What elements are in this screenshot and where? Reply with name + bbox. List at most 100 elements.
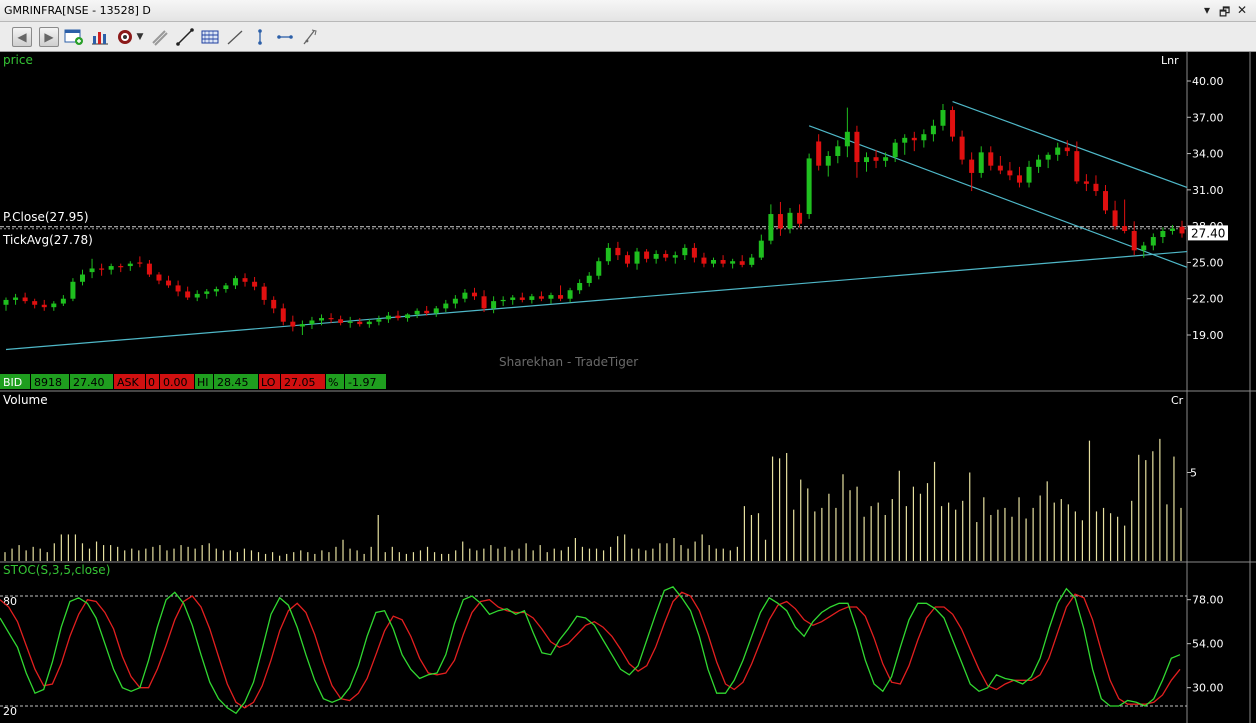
volume-panel[interactable]: Volume Cr 5 (3, 393, 1197, 561)
candle (204, 289, 210, 299)
candle-body (433, 308, 439, 314)
candle-body (615, 247, 621, 256)
candle (1026, 160, 1032, 188)
stoch-tick-label: 78.00 (1192, 594, 1224, 607)
candle-body (1122, 226, 1128, 231)
candle-body (1055, 147, 1061, 155)
ask-price: 0.00 (163, 376, 188, 389)
price-tick-label: 34.00 (1192, 148, 1224, 161)
candle-body (223, 285, 229, 290)
chart-area[interactable]: price Lnr Sharekhan - TradeTiger P.Close… (0, 52, 1256, 723)
candle (558, 285, 564, 302)
price-tick-label: 40.00 (1192, 75, 1224, 88)
candle-body (213, 289, 219, 292)
candle (175, 280, 181, 297)
close-button[interactable]: ✕ (1237, 3, 1247, 17)
candle-body (663, 253, 669, 258)
candle-body (108, 266, 114, 270)
change-label: % (328, 376, 338, 389)
candle (13, 293, 19, 305)
candle-body (930, 125, 936, 135)
candle-body (79, 274, 85, 282)
candle-body (99, 268, 105, 270)
candle-body (940, 110, 946, 126)
candle (567, 287, 573, 303)
price-panel[interactable]: price Lnr Sharekhan - TradeTiger P.Close… (0, 53, 1228, 369)
candle-body (825, 155, 831, 166)
candle-body (902, 137, 908, 143)
back-icon[interactable]: ◀ (12, 27, 32, 47)
candle-body (1064, 147, 1070, 152)
candle (844, 107, 850, 158)
candle (730, 258, 736, 269)
stochastic-panel[interactable]: STOC(S,3,5,close) 80 20 78.00 54.00 30.00 (0, 563, 1224, 718)
candle-body (892, 142, 898, 158)
candle-body (491, 301, 497, 309)
candle (366, 319, 372, 328)
candle (634, 247, 640, 270)
candle-body (156, 274, 162, 281)
candle-body (471, 292, 477, 297)
restore-button[interactable]: 🗗 (1219, 3, 1230, 24)
watermark: Sharekhan - TradeTiger (499, 355, 638, 369)
candle-body (146, 263, 152, 275)
candle (940, 103, 946, 131)
scale-type-label: Lnr (1161, 54, 1179, 67)
candle-body (1083, 181, 1089, 184)
candle (347, 316, 353, 328)
candle (414, 308, 420, 319)
line-icon[interactable] (225, 27, 245, 47)
candle-body (577, 282, 583, 291)
candle-body (624, 255, 630, 264)
candle-body (452, 298, 458, 304)
price-tick-label: 25.00 (1192, 256, 1224, 269)
candle (672, 251, 678, 264)
candle-body (385, 315, 391, 320)
candle (452, 295, 458, 309)
candle-body (290, 321, 296, 327)
candle (644, 249, 650, 263)
high-value: 28.45 (217, 376, 249, 389)
candle (491, 296, 497, 314)
candle (1112, 200, 1118, 230)
window-menu-button[interactable]: ▾ (1204, 3, 1210, 17)
bid-label: BID (3, 376, 22, 389)
candle (720, 255, 726, 268)
candle (711, 257, 717, 268)
vertical-line-icon[interactable] (250, 27, 270, 47)
candle-body (118, 266, 124, 268)
candle-body (424, 310, 430, 314)
candle (615, 241, 621, 261)
indicator-icon[interactable] (116, 27, 136, 47)
trendline-channel-upper[interactable] (952, 100, 1188, 189)
bid-size: 8918 (34, 376, 62, 389)
candle-body (644, 251, 650, 259)
candle-body (567, 290, 573, 299)
dropdown-arrow-icon[interactable]: ▼ (135, 27, 145, 47)
candle (787, 208, 793, 234)
pencil-icon[interactable] (150, 27, 170, 47)
candle-body (299, 324, 305, 327)
candle (328, 313, 334, 323)
candle-body (252, 281, 258, 287)
forward-icon[interactable]: ▶ (39, 27, 59, 47)
candle-body (988, 152, 994, 166)
new-window-icon[interactable] (64, 27, 84, 47)
candle (405, 313, 411, 322)
candle-body (328, 318, 334, 320)
last-price-value: 27.40 (1191, 226, 1225, 240)
candle (978, 146, 984, 178)
trend-line-icon[interactable] (175, 27, 195, 47)
candle-body (558, 295, 564, 299)
fibonacci-icon[interactable] (200, 27, 220, 47)
last-price-marker: 27.40 (1188, 225, 1228, 241)
bar-chart-icon[interactable] (90, 27, 110, 47)
trendline-channel-lower[interactable] (808, 125, 1188, 268)
candle-body (1007, 170, 1013, 176)
candle-body (232, 278, 238, 286)
candle (118, 263, 124, 273)
cursor-icon[interactable] (300, 27, 320, 47)
candle-body (883, 157, 889, 161)
horizontal-line-icon[interactable] (275, 27, 295, 47)
candle-body (60, 298, 66, 304)
